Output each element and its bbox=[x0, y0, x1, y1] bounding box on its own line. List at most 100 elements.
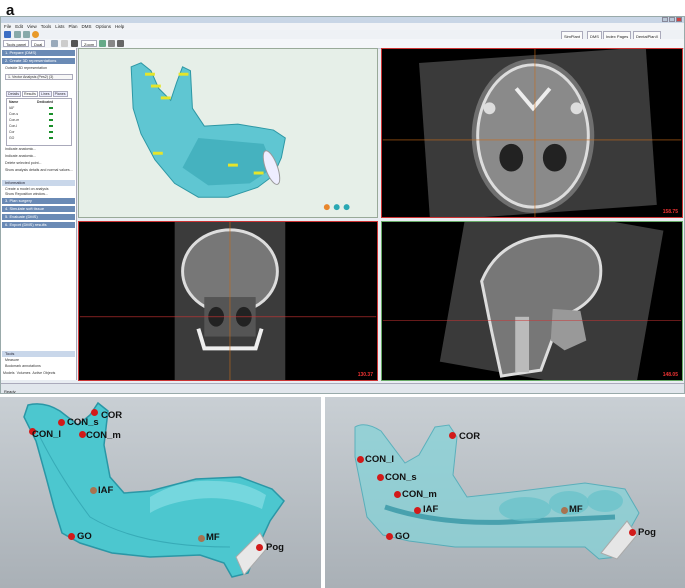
section-plan-surgery[interactable]: 3. Plan surgery bbox=[2, 198, 75, 204]
landmark-con-l: CON_l bbox=[365, 454, 395, 465]
landmark-con-s: CON_s bbox=[67, 417, 99, 428]
info-header: Information bbox=[2, 180, 75, 186]
grid-header-name: Name bbox=[9, 100, 19, 104]
menu-dms[interactable]: DMS bbox=[82, 23, 92, 30]
grid-row[interactable]: Con-s bbox=[9, 112, 18, 116]
landmark-dot-go bbox=[386, 533, 393, 540]
zoom-select[interactable]: Zoom bbox=[81, 40, 98, 47]
landmark-iaf: IAF bbox=[98, 485, 114, 496]
coronal-slice-value: 130.37 bbox=[357, 372, 373, 378]
check-icon bbox=[49, 113, 53, 115]
action-indicate-1[interactable]: Indicate anatomic... bbox=[5, 147, 36, 151]
viewport-axial[interactable]: 158.75 bbox=[381, 48, 683, 218]
close-button[interactable] bbox=[676, 17, 682, 22]
software-window: File Edit View Tools Lists Plan DMS Opti… bbox=[0, 16, 685, 394]
redo-icon[interactable] bbox=[23, 31, 30, 38]
landmark-dot-cor bbox=[91, 409, 98, 416]
menu-bar: File Edit View Tools Lists Plan DMS Opti… bbox=[1, 23, 684, 30]
status-bar: Ready bbox=[1, 383, 684, 394]
landmark-dot-iaf bbox=[414, 507, 421, 514]
zoom-in-icon[interactable] bbox=[99, 40, 106, 47]
landmark-con-m: CON_m bbox=[86, 430, 121, 441]
save-icon[interactable] bbox=[4, 31, 11, 38]
menu-view[interactable]: View bbox=[27, 23, 37, 30]
landmark-con-l: CON_l bbox=[32, 429, 62, 440]
landmark-cor: COR bbox=[459, 431, 481, 442]
viewport-3d[interactable] bbox=[78, 48, 378, 218]
landmark-dot-iaf bbox=[90, 487, 97, 494]
move-icon[interactable] bbox=[71, 40, 78, 47]
window-controls bbox=[662, 17, 682, 22]
analysis-dropdown[interactable]: 1. Vector Analysis (Pes2) (3) bbox=[5, 74, 73, 80]
landmark-grid: Name Dedicated IAF Con-s Con-m Con-l Cor… bbox=[6, 98, 72, 146]
section-export[interactable]: 6. Export (DMS) results bbox=[2, 222, 75, 228]
menu-edit[interactable]: Edit bbox=[15, 23, 23, 30]
section-evaluate[interactable]: 5. Evaluate (DMS) bbox=[2, 214, 75, 220]
landmark-cor: COR bbox=[101, 410, 123, 421]
menu-file[interactable]: File bbox=[4, 23, 11, 30]
section-create-3d[interactable]: 2. Create 3D representations bbox=[2, 58, 75, 64]
tools-measure[interactable]: Measure bbox=[5, 358, 19, 362]
tab-active-objects[interactable]: Active Objects bbox=[32, 371, 55, 375]
landmark-con-m: CON_m bbox=[402, 489, 437, 500]
bottom-tabs: Models Volumes Active Objects bbox=[3, 371, 55, 375]
tools-header: Tools bbox=[2, 351, 75, 357]
section-soft-tissue[interactable]: 4. Simulate soft tissue bbox=[2, 206, 75, 212]
tab-results[interactable]: Results bbox=[22, 91, 38, 97]
grid-icon[interactable] bbox=[117, 40, 124, 47]
grid-row[interactable]: Cor bbox=[9, 130, 14, 134]
action-show-details[interactable]: Show analysis details and normal values.… bbox=[5, 168, 73, 172]
tab-volumes[interactable]: Volumes bbox=[17, 371, 31, 375]
sagittal-slice-value: 148.05 bbox=[662, 372, 678, 378]
landmark-mf: MF bbox=[569, 504, 583, 515]
sagittal-ct-slice bbox=[382, 222, 682, 380]
maximize-button[interactable] bbox=[669, 17, 675, 22]
status-text: Ready bbox=[4, 389, 16, 394]
check-icon bbox=[49, 131, 53, 133]
tools-bookmark[interactable]: Bookmark annotations bbox=[5, 364, 41, 368]
landmark-go: GO bbox=[77, 531, 92, 542]
tab-lines[interactable]: Lines bbox=[38, 91, 52, 97]
grid-row[interactable]: IAF bbox=[9, 106, 14, 110]
action-delete-point[interactable]: Delete selected point... bbox=[5, 161, 42, 165]
action-indicate-2[interactable]: Indicate anatomic... bbox=[5, 154, 36, 158]
undo-icon[interactable] bbox=[14, 31, 21, 38]
tab-planes[interactable]: Planes bbox=[52, 91, 68, 97]
camera-icon[interactable] bbox=[61, 40, 68, 47]
mandible-model-b bbox=[23, 401, 285, 578]
warning-icon[interactable] bbox=[32, 31, 39, 38]
mandible-3d-model bbox=[130, 62, 350, 211]
viewport-sagittal[interactable]: 148.05 bbox=[381, 221, 683, 381]
grid-row[interactable]: Con-m bbox=[9, 118, 19, 122]
dual-view-button[interactable]: Dual bbox=[31, 40, 46, 47]
grid-row[interactable]: Con-l bbox=[9, 124, 17, 128]
menu-tools[interactable]: Tools bbox=[41, 23, 52, 30]
menu-plan[interactable]: Plan bbox=[69, 23, 78, 30]
check-icon bbox=[49, 107, 53, 109]
grid-row[interactable]: GO bbox=[9, 136, 14, 140]
landmark-con-s: CON_s bbox=[385, 472, 417, 483]
tab-models[interactable]: Models bbox=[3, 371, 15, 375]
section-prepare[interactable]: 1. Prepare (DMS) bbox=[2, 50, 75, 56]
menu-options[interactable]: Options bbox=[96, 23, 112, 30]
mandible-model-c bbox=[354, 424, 640, 560]
menu-lists[interactable]: Lists bbox=[55, 23, 64, 30]
landmark-dot-pog bbox=[629, 529, 636, 536]
tools-panel-button[interactable]: Tools panel bbox=[3, 40, 30, 47]
tab-details[interactable]: Details bbox=[6, 91, 21, 97]
viewport-coronal[interactable]: 130.37 bbox=[78, 221, 378, 381]
measure-icon[interactable] bbox=[108, 40, 115, 47]
layout-icon[interactable] bbox=[51, 40, 58, 47]
check-icon bbox=[49, 137, 53, 139]
pane-subtitle: Outside 3D representation bbox=[5, 66, 47, 70]
landmark-dot-mf bbox=[198, 535, 205, 542]
landmark-pog: Pog bbox=[266, 542, 284, 553]
landmark-dot-cor bbox=[449, 432, 456, 439]
landmark-iaf: IAF bbox=[423, 504, 439, 515]
landmark-dot-con-s bbox=[58, 419, 65, 426]
landmark-mf: MF bbox=[206, 532, 220, 543]
grid-header-dedicated: Dedicated bbox=[37, 100, 54, 104]
minimize-button[interactable] bbox=[662, 17, 668, 22]
check-icon bbox=[49, 119, 53, 121]
menu-help[interactable]: Help bbox=[115, 23, 124, 30]
